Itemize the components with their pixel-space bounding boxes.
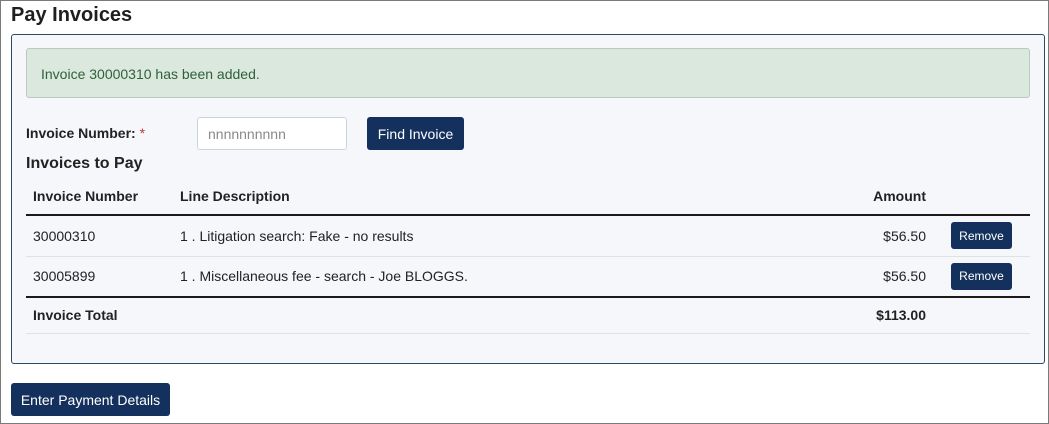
column-header-invoice-number: Invoice Number xyxy=(26,177,173,216)
invoice-number-label-text: Invoice Number: xyxy=(26,125,136,141)
invoices-to-pay-heading: Invoices to Pay xyxy=(26,155,143,172)
invoice-total-row: Invoice Total $113.00 xyxy=(26,296,1030,334)
table-header-row: Invoice Number Line Description Amount xyxy=(26,177,1030,216)
invoice-panel: Invoice 30000310 has been added. Invoice… xyxy=(11,34,1045,364)
invoice-total-label: Invoice Total xyxy=(26,296,173,334)
amount-cell: $56.50 xyxy=(833,215,933,257)
invoice-total-spacer xyxy=(173,296,833,334)
page-title: Pay Invoices xyxy=(11,4,133,26)
invoice-number-label: Invoice Number: * xyxy=(26,125,145,141)
invoice-number-cell: 30005899 xyxy=(26,256,173,298)
invoice-number-cell: 30000310 xyxy=(26,215,173,257)
invoices-table: Invoice Number Line Description Amount 3… xyxy=(26,177,1030,334)
line-description-cell: 1 . Miscellaneous fee - search - Joe BLO… xyxy=(173,256,833,298)
invoice-total-amount: $113.00 xyxy=(833,296,933,334)
column-header-action xyxy=(933,177,1030,216)
required-marker: * xyxy=(139,125,146,141)
amount-cell: $56.50 xyxy=(833,256,933,298)
column-header-amount: Amount xyxy=(833,177,933,216)
enter-payment-details-button[interactable]: Enter Payment Details xyxy=(11,383,170,416)
remove-button[interactable]: Remove xyxy=(951,262,1012,290)
remove-button[interactable]: Remove xyxy=(951,222,1012,250)
success-alert: Invoice 30000310 has been added. xyxy=(26,48,1030,98)
table-row: 30005899 1 . Miscellaneous fee - search … xyxy=(26,256,1030,298)
line-description-cell: 1 . Litigation search: Fake - no results xyxy=(173,215,833,257)
column-header-line-description: Line Description xyxy=(173,177,833,216)
find-invoice-button[interactable]: Find Invoice xyxy=(367,117,464,150)
invoice-total-action-spacer xyxy=(933,296,1030,334)
action-cell: Remove xyxy=(933,256,1030,298)
action-cell: Remove xyxy=(933,215,1030,257)
invoice-number-input[interactable] xyxy=(197,117,347,150)
table-row: 30000310 1 . Litigation search: Fake - n… xyxy=(26,215,1030,257)
